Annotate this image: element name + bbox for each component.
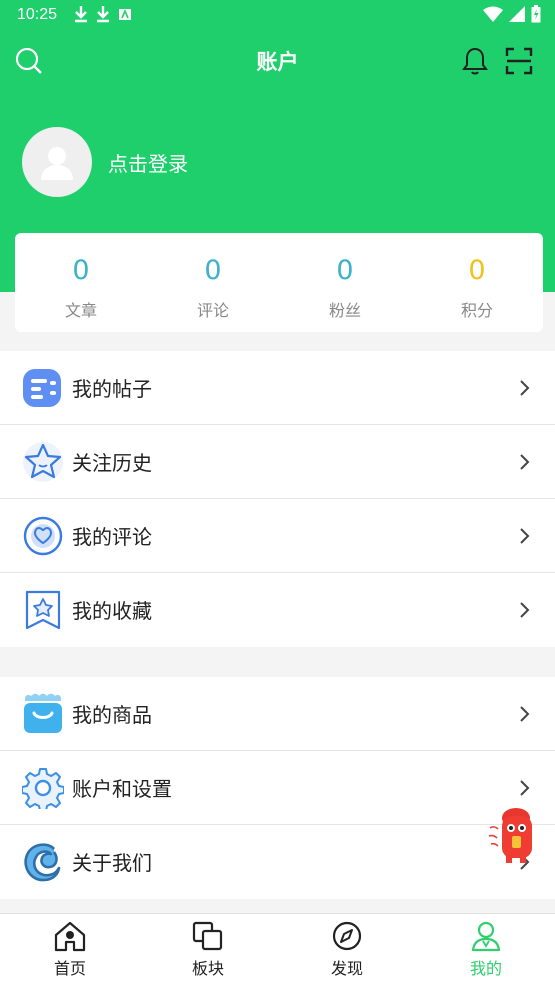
menu-item-follow-history[interactable]: 关注历史 bbox=[0, 425, 555, 499]
stat-label: 文章 bbox=[64, 301, 97, 320]
status-bar: 10:25 bbox=[0, 0, 555, 32]
tab-label: 首页 bbox=[53, 959, 86, 978]
home-icon bbox=[54, 921, 86, 952]
menu-group-activity: 我的帖子 关注历史 我的评论 我的收藏 bbox=[0, 351, 555, 647]
bottom-tab-bar: 首页 板块 发现 我的 bbox=[0, 913, 555, 988]
sections-icon bbox=[192, 921, 223, 951]
menu-label: 账户和设置 bbox=[72, 777, 172, 801]
download-icon bbox=[75, 6, 87, 23]
system-icons bbox=[483, 5, 541, 23]
stat-value: 0 bbox=[72, 255, 90, 286]
menu-label: 我的帖子 bbox=[72, 377, 152, 401]
bell-icon[interactable] bbox=[460, 46, 490, 76]
stats-card: 0 文章 0 评论 0 粉丝 0 积分 bbox=[15, 233, 543, 332]
status-time: 10:25 bbox=[17, 6, 58, 23]
chevron-right-icon bbox=[520, 528, 530, 544]
tab-home[interactable]: 首页 bbox=[30, 920, 110, 979]
tab-discover[interactable]: 发现 bbox=[307, 920, 387, 979]
stat-label: 积分 bbox=[460, 301, 493, 320]
menu-label: 关于我们 bbox=[72, 851, 152, 875]
menu-item-my-favorites[interactable]: 我的收藏 bbox=[0, 573, 555, 647]
profile-login[interactable]: 点击登录 bbox=[22, 127, 188, 197]
tab-label: 发现 bbox=[330, 959, 363, 978]
menu-label: 我的商品 bbox=[72, 703, 152, 727]
chevron-right-icon bbox=[520, 380, 530, 396]
heart-comment-icon bbox=[23, 516, 63, 556]
menu-item-account-settings[interactable]: 账户和设置 bbox=[0, 751, 555, 825]
menu-item-my-comments[interactable]: 我的评论 bbox=[0, 499, 555, 573]
stat-value: 0 bbox=[336, 255, 354, 286]
stat-label: 评论 bbox=[196, 301, 229, 320]
menu-item-about-us[interactable]: 关于我们 bbox=[0, 825, 555, 899]
menu-label: 我的评论 bbox=[72, 525, 152, 549]
chevron-right-icon bbox=[520, 454, 530, 470]
gear-icon bbox=[22, 768, 64, 809]
tab-sections[interactable]: 板块 bbox=[168, 920, 248, 979]
menu-group-account: 我的商品 账户和设置 关于我们 bbox=[0, 677, 555, 899]
menu-label: 我的收藏 bbox=[72, 599, 152, 623]
chevron-right-icon bbox=[520, 780, 530, 796]
notification-icons bbox=[74, 5, 132, 23]
wifi-icon bbox=[483, 6, 503, 22]
menu-item-my-products[interactable]: 我的商品 bbox=[0, 677, 555, 751]
star-icon bbox=[23, 442, 63, 482]
stat-fans[interactable]: 0 粉丝 bbox=[279, 233, 411, 332]
user-icon bbox=[471, 921, 501, 952]
tab-label: 我的 bbox=[469, 959, 502, 978]
compass-icon bbox=[332, 921, 362, 951]
posts-icon bbox=[23, 369, 61, 407]
brand-logo-icon bbox=[24, 843, 61, 882]
stat-value: 0 bbox=[204, 255, 222, 286]
menu-label: 关注历史 bbox=[72, 451, 152, 475]
tab-label: 板块 bbox=[191, 959, 224, 978]
avatar[interactable] bbox=[22, 127, 92, 197]
menu-item-my-posts[interactable]: 我的帖子 bbox=[0, 351, 555, 425]
signal-icon bbox=[509, 6, 525, 22]
red-packet-float-icon[interactable] bbox=[486, 806, 536, 864]
top-bar: 账户 bbox=[0, 40, 555, 84]
battery-icon bbox=[531, 5, 541, 23]
bookmark-star-icon bbox=[25, 590, 61, 630]
app-notification-icon bbox=[119, 8, 131, 20]
tab-mine[interactable]: 我的 bbox=[446, 920, 526, 979]
stat-points[interactable]: 0 积分 bbox=[411, 233, 543, 332]
user-placeholder-icon bbox=[41, 147, 73, 180]
stat-comments[interactable]: 0 评论 bbox=[147, 233, 279, 332]
download-icon bbox=[97, 6, 109, 23]
chevron-right-icon bbox=[520, 602, 530, 618]
scan-icon[interactable] bbox=[504, 46, 534, 76]
stat-label: 粉丝 bbox=[328, 301, 361, 320]
login-link[interactable]: 点击登录 bbox=[108, 148, 188, 177]
shopping-bag-icon bbox=[24, 693, 62, 733]
chevron-right-icon bbox=[520, 706, 530, 722]
stat-value: 0 bbox=[468, 255, 486, 286]
stat-articles[interactable]: 0 文章 bbox=[15, 233, 147, 332]
